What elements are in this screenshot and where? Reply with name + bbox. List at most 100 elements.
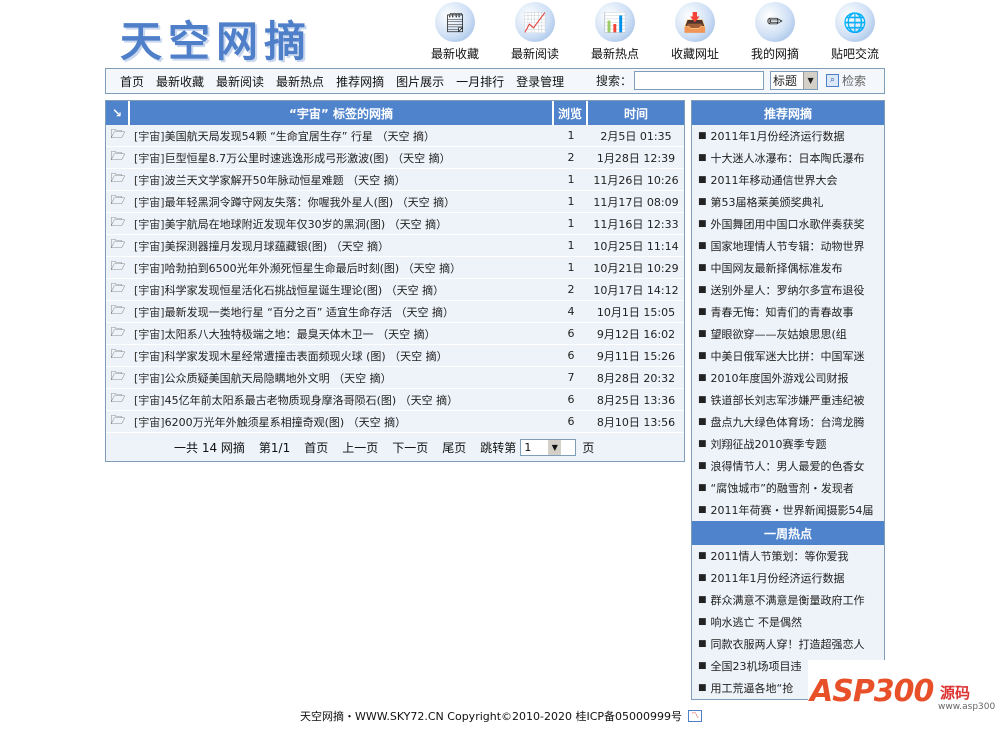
pager-next[interactable]: 下一页 [392, 439, 428, 456]
recommend-item[interactable]: ■ 浪得情节人：男人最爱的色香女 [692, 455, 884, 477]
table-row[interactable]: 🗁 [宇宙]最新发现一类地行星 “百分之百” 适宜生命存活 （天空 摘） 4 10月1… [106, 301, 684, 323]
bookmark-title-link[interactable]: [宇宙]科学家发现木星经常遭撞击表面频现火球 (图) （天空 摘） [130, 348, 554, 364]
bookmark-title[interactable]: 6200万光年外触须星系相撞奇观(图) （天空 摘） [165, 416, 407, 429]
site-logo[interactable]: 天空网摘 [120, 8, 312, 69]
list-item-label[interactable]: 2011年移动通信世界大会 [711, 172, 838, 188]
list-item-label[interactable]: 2011年荷赛・世界新闻摄影54届 [711, 502, 874, 518]
list-item-label[interactable]: 中美日俄军迷大比拼：中国军迷 [711, 348, 865, 364]
search-button[interactable]: ⌕ 检索 [826, 72, 866, 89]
table-row[interactable]: 🗁 [宇宙]美宇航局在地球附近发现年仅30岁的黑洞(图) （天空 摘） 1 11月16… [106, 213, 684, 235]
bookmark-category[interactable]: [宇宙] [134, 152, 165, 165]
bookmark-category[interactable]: [宇宙] [134, 372, 165, 385]
recommend-item[interactable]: ■ 刘翔征战2010赛季专题 [692, 433, 884, 455]
list-item-label[interactable]: 浪得情节人：男人最爱的色香女 [711, 458, 865, 474]
bookmark-category[interactable]: [宇宙] [134, 350, 165, 363]
table-row[interactable]: 🗁 [宇宙]最年轻黑洞令蹲守网友失落：你喔我外星人(图) （天空 摘） 1 11月17… [106, 191, 684, 213]
bookmark-category[interactable]: [宇宙] [134, 416, 165, 429]
bookmark-title-link[interactable]: [宇宙]45亿年前太阳系最古老物质现身摩洛哥陨石(图) （天空 摘） [130, 392, 554, 408]
table-row[interactable]: 🗁 [宇宙]美探测器撞月发现月球蕴藏银(图) （天空 摘） 1 10月25日 11:1… [106, 235, 684, 257]
list-item-label[interactable]: 群众满意不满意是衡量政府工作 [711, 592, 865, 608]
bookmark-category[interactable]: [宇宙] [134, 328, 165, 341]
bookmark-title-link[interactable]: [宇宙]公众质疑美国航天局隐瞒地外文明 （天空 摘） [130, 370, 554, 386]
nav-monthly-rank[interactable]: 一月排行 [456, 73, 504, 90]
bookmark-title[interactable]: 巨型恒星8.7万公里时速逃逸形成弓形激波(图) （天空 摘） [165, 152, 451, 165]
top-icon-latest-read[interactable]: 📈 最新阅读 [495, 2, 575, 62]
search-field-select[interactable]: 标题 ▼ [770, 71, 819, 90]
bookmark-title[interactable]: 最年轻黑洞令蹲守网友失落：你喔我外星人(图) （天空 摘） [165, 196, 456, 209]
recommend-item[interactable]: ■ 中国网友最新择偶标准发布 [692, 257, 884, 279]
bookmark-title-link[interactable]: [宇宙]波兰天文学家解开50年脉动恒星难题 （天空 摘） [130, 172, 554, 188]
bookmark-title[interactable]: 美国航天局发现54颗 “生命宜居生存” 行星 （天空 摘） [165, 130, 435, 143]
recommend-item[interactable]: ■ 送别外星人：罗纳尔多宣布退役 [692, 279, 884, 301]
top-icon-forum[interactable]: 🌐 贴吧交流 [815, 2, 895, 62]
table-row[interactable]: 🗁 [宇宙]哈勃拍到6500光年外濒死恒星生命最后时刻(图) （天空 摘） 1 10月… [106, 257, 684, 279]
list-item-label[interactable]: 2011情人节策划：等你爱我 [711, 548, 849, 564]
table-row[interactable]: 🗁 [宇宙]巨型恒星8.7万公里时速逃逸形成弓形激波(图) （天空 摘） 2 1月28… [106, 147, 684, 169]
weekly-item[interactable]: ■ 群众满意不满意是衡量政府工作 [692, 589, 884, 611]
list-item-label[interactable]: 铁道部长刘志军涉嫌严重违纪被 [711, 392, 865, 408]
nav-home[interactable]: 首页 [120, 73, 144, 90]
list-item-label[interactable]: 送别外星人：罗纳尔多宣布退役 [711, 282, 865, 298]
pager-first[interactable]: 首页 [304, 439, 328, 456]
bookmark-category[interactable]: [宇宙] [134, 218, 165, 231]
list-item-label[interactable]: 刘翔征战2010赛季专题 [711, 436, 827, 452]
bookmark-title-link[interactable]: [宇宙]巨型恒星8.7万公里时速逃逸形成弓形激波(图) （天空 摘） [130, 150, 554, 166]
list-item-label[interactable]: 同款衣服两人穿！打造超强恋人 [711, 636, 865, 652]
stats-icon[interactable]: 〽 [688, 710, 703, 722]
pager-prev[interactable]: 上一页 [342, 439, 378, 456]
bookmark-category[interactable]: [宇宙] [134, 174, 165, 187]
bookmark-title-link[interactable]: [宇宙]6200万光年外触须星系相撞奇观(图) （天空 摘） [130, 414, 554, 430]
bookmark-title-link[interactable]: [宇宙]哈勃拍到6500光年外濒死恒星生命最后时刻(图) （天空 摘） [130, 260, 554, 276]
weekly-item[interactable]: ■ 响水逃亡 不是偶然 [692, 611, 884, 633]
bookmark-title[interactable]: 波兰天文学家解开50年脉动恒星难题 （天空 摘） [165, 174, 406, 187]
list-item-label[interactable]: 中国网友最新择偶标准发布 [711, 260, 843, 276]
nav-latest-favorites[interactable]: 最新收藏 [156, 73, 204, 90]
bookmark-category[interactable]: [宇宙] [134, 394, 165, 407]
table-row[interactable]: 🗁 [宇宙]科学家发现木星经常遭撞击表面频现火球 (图) （天空 摘） 6 9月11日… [106, 345, 684, 367]
weekly-item[interactable]: ■ 同款衣服两人穿！打造超强恋人 [692, 633, 884, 655]
recommend-item[interactable]: ■ “腐蚀城市”的融雪剂・发现者 [692, 477, 884, 499]
top-icon-latest-hot[interactable]: 📊 最新热点 [575, 2, 655, 62]
recommend-item[interactable]: ■ 2010年度国外游戏公司财报 [692, 367, 884, 389]
list-item-label[interactable]: 响水逃亡 不是偶然 [711, 614, 803, 630]
table-row[interactable]: 🗁 [宇宙]美国航天局发现54颗 “生命宜居生存” 行星 （天空 摘） 1 2月5日 … [106, 125, 684, 147]
recommend-item[interactable]: ■ 望眼欲穿——灰姑娘思思(组 [692, 323, 884, 345]
bookmark-title[interactable]: 美宇航局在地球附近发现年仅30岁的黑洞(图) （天空 摘） [165, 218, 448, 231]
table-row[interactable]: 🗁 [宇宙]45亿年前太阳系最古老物质现身摩洛哥陨石(图) （天空 摘） 6 8月25… [106, 389, 684, 411]
recommend-item[interactable]: ■ 青春无悔：知青们的青春故事 [692, 301, 884, 323]
bookmark-title[interactable]: 45亿年前太阳系最古老物质现身摩洛哥陨石(图) （天空 摘） [165, 394, 459, 407]
nav-pictures[interactable]: 图片展示 [396, 73, 444, 90]
bookmark-title-link[interactable]: [宇宙]科学家发现恒星活化石挑战恒星诞生理论(图) （天空 摘） [130, 282, 554, 298]
bookmark-title[interactable]: 科学家发现木星经常遭撞击表面频现火球 (图) （天空 摘） [165, 350, 448, 363]
weekly-item[interactable]: ■ 2011年1月份经济运行数据 [692, 567, 884, 589]
bookmark-title[interactable]: 最新发现一类地行星 “百分之百” 适宜生命存活 （天空 摘） [165, 306, 454, 319]
recommend-item[interactable]: ■ 2011年1月份经济运行数据 [692, 125, 884, 147]
table-row[interactable]: 🗁 [宇宙]波兰天文学家解开50年脉动恒星难题 （天空 摘） 1 11月26日 10:… [106, 169, 684, 191]
bookmark-category[interactable]: [宇宙] [134, 196, 165, 209]
list-item-label[interactable]: 2011年1月份经济运行数据 [711, 128, 845, 144]
table-row[interactable]: 🗁 [宇宙]科学家发现恒星活化石挑战恒星诞生理论(图) （天空 摘） 2 10月17日… [106, 279, 684, 301]
bookmark-title[interactable]: 哈勃拍到6500光年外濒死恒星生命最后时刻(图) （天空 摘） [165, 262, 462, 275]
top-icon-bookmark-url[interactable]: 📥 收藏网址 [655, 2, 735, 62]
bookmark-category[interactable]: [宇宙] [134, 130, 165, 143]
bookmark-title-link[interactable]: [宇宙]最新发现一类地行星 “百分之百” 适宜生命存活 （天空 摘） [130, 304, 554, 320]
table-row[interactable]: 🗁 [宇宙]公众质疑美国航天局隐瞒地外文明 （天空 摘） 7 8月28日 20:32 [106, 367, 684, 389]
bookmark-title[interactable]: 太阳系八大独特极端之地：最臭天体木卫一 （天空 摘） [165, 328, 436, 341]
list-item-label[interactable]: 2010年度国外游戏公司财报 [711, 370, 849, 386]
pager-last[interactable]: 尾页 [442, 439, 466, 456]
bookmark-category[interactable]: [宇宙] [134, 240, 165, 253]
recommend-item[interactable]: ■ 盘点九大绿色体育场：台湾龙腾 [692, 411, 884, 433]
list-item-label[interactable]: 用工荒逼各地“抢 [711, 680, 794, 696]
list-item-label[interactable]: 全国23机场项目违 [711, 658, 802, 674]
bookmark-title-link[interactable]: [宇宙]美国航天局发现54颗 “生命宜居生存” 行星 （天空 摘） [130, 128, 554, 144]
bookmark-title[interactable]: 公众质疑美国航天局隐瞒地外文明 （天空 摘） [165, 372, 392, 385]
list-item-label[interactable]: “腐蚀城市”的融雪剂・发现者 [711, 480, 854, 496]
search-input[interactable] [634, 71, 765, 90]
bookmark-category[interactable]: [宇宙] [134, 262, 165, 275]
bookmark-title-link[interactable]: [宇宙]太阳系八大独特极端之地：最臭天体木卫一 （天空 摘） [130, 326, 554, 342]
recommend-item[interactable]: ■ 铁道部长刘志军涉嫌严重违纪被 [692, 389, 884, 411]
bookmark-title[interactable]: 科学家发现恒星活化石挑战恒星诞生理论(图) （天空 摘） [165, 284, 445, 297]
bookmark-title-link[interactable]: [宇宙]美探测器撞月发现月球蕴藏银(图) （天空 摘） [130, 238, 554, 254]
weekly-item[interactable]: ■ 2011情人节策划：等你爱我 [692, 545, 884, 567]
bookmark-title-link[interactable]: [宇宙]最年轻黑洞令蹲守网友失落：你喔我外星人(图) （天空 摘） [130, 194, 554, 210]
